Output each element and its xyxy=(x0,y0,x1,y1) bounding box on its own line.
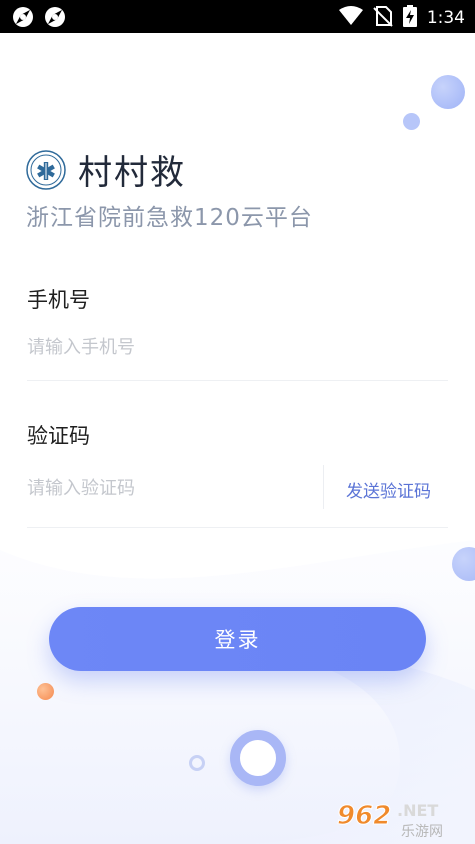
phone-divider xyxy=(27,380,448,381)
status-bar: 1:34 xyxy=(0,0,475,33)
wifi-icon xyxy=(338,6,363,30)
aperture-icon xyxy=(12,6,34,32)
aperture-icon xyxy=(44,6,66,32)
brand-header: 村村救 xyxy=(26,145,186,194)
code-vertical-divider xyxy=(323,465,324,509)
phone-input[interactable] xyxy=(27,333,427,361)
app-subtitle: 浙江省院前急救120云平台 xyxy=(26,205,313,231)
send-code-button[interactable]: 发送验证码 xyxy=(346,477,431,502)
no-sim-icon xyxy=(373,5,393,31)
verification-code-input[interactable] xyxy=(27,474,307,502)
decor-ring-small xyxy=(189,755,205,771)
svg-text:.NET: .NET xyxy=(397,801,438,820)
emergency-logo-icon xyxy=(26,149,66,190)
login-button[interactable]: 登录 xyxy=(49,607,426,671)
status-time: 1:34 xyxy=(426,8,465,28)
svg-text:乐游网: 乐游网 xyxy=(401,824,443,840)
code-label: 验证码 xyxy=(27,424,90,448)
status-bar-right: 1:34 xyxy=(338,5,465,31)
site-watermark: 962 .NET 乐游网 xyxy=(335,796,470,841)
decor-ring-large xyxy=(230,730,286,786)
app-name: 村村救 xyxy=(78,153,186,193)
svg-text:962: 962 xyxy=(337,801,391,831)
phone-label: 手机号 xyxy=(27,288,90,312)
decor-circle-large xyxy=(431,75,465,109)
decor-circle-small xyxy=(403,113,420,130)
decor-circle-orange xyxy=(37,683,54,700)
code-divider xyxy=(27,527,448,528)
battery-charging-icon xyxy=(402,5,417,31)
status-bar-left xyxy=(12,6,66,32)
